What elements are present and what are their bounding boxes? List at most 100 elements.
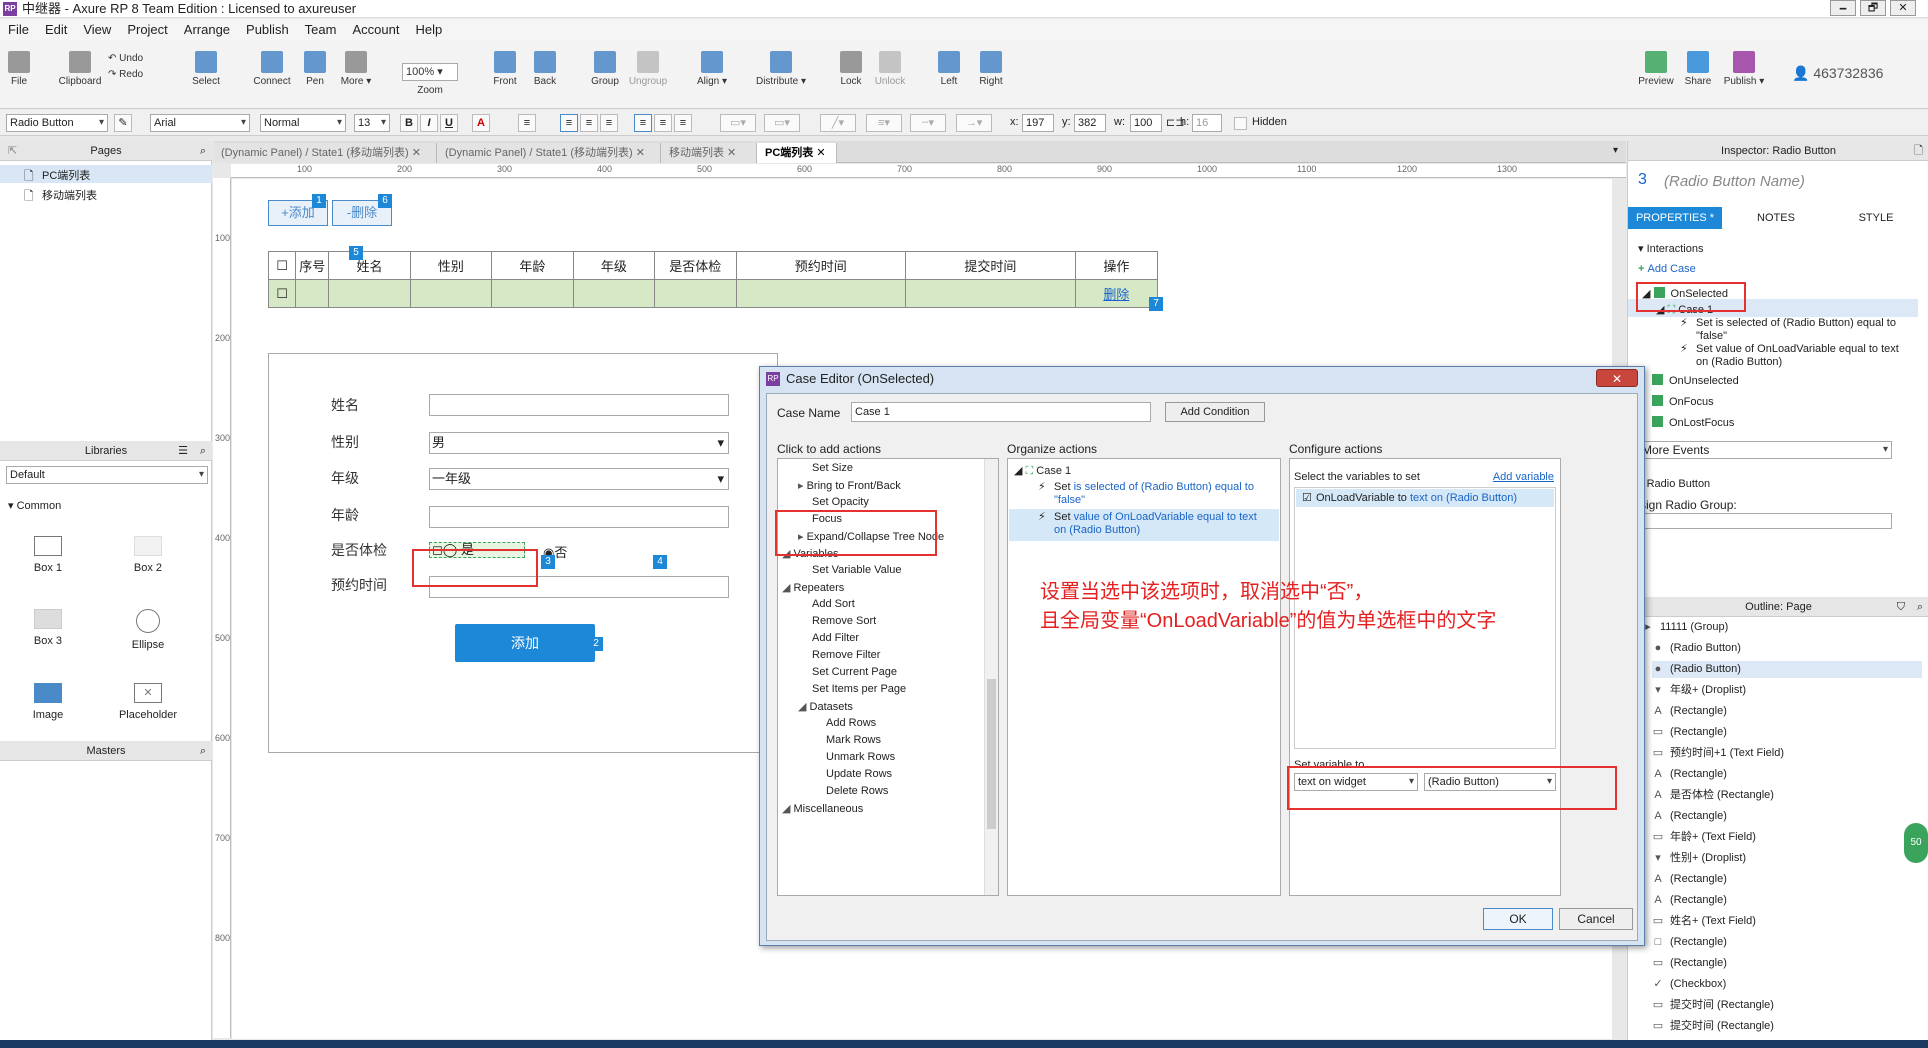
scroll-thumb[interactable] [987,679,996,829]
menu-arrange[interactable]: Arrange [184,19,230,41]
outline-item[interactable]: A (Rectangle) [1652,892,1922,909]
shadow-icon[interactable]: ▭▾ [764,114,800,132]
maximize-button[interactable]: 🗗 [1860,0,1886,16]
outline-item[interactable]: ▭ 年龄+ (Text Field) [1652,829,1922,846]
radio-group-field[interactable] [1634,513,1892,529]
outline-item[interactable]: A (Rectangle) [1652,766,1922,783]
menu-project[interactable]: Project [127,19,167,41]
group-button[interactable]: Group [588,51,622,87]
lib-box2[interactable]: Box 2 [108,536,188,574]
tab-style[interactable]: STYLE [1828,207,1924,229]
right-button[interactable]: Right [976,51,1006,87]
tree-toggle-icon[interactable]: ▸ [798,480,807,492]
share-button[interactable]: Share [1680,51,1716,87]
notes-icon[interactable]: 🗋 [1914,141,1923,161]
outline-item[interactable]: ▭ 提交时间 (Rectangle) [1652,997,1922,1014]
align-button[interactable]: Align ▾ [694,51,730,87]
widget-name-field[interactable]: (Radio Button Name) [1664,173,1805,190]
menu-publish[interactable]: Publish [246,19,289,41]
notification-badge[interactable]: 50 [1904,823,1928,863]
menu-account[interactable]: Account [352,19,399,41]
file-button[interactable]: File [6,51,32,87]
align-top-icon[interactable]: ≡ [634,114,652,132]
menu-icon[interactable]: ☰ [178,441,188,461]
close-button[interactable]: ✕ [1890,0,1916,16]
underline-button[interactable]: U [440,114,458,132]
font-color-icon[interactable]: A [472,114,490,132]
add-case-link[interactable]: + Add Case [1638,263,1696,275]
outline-item[interactable]: A (Rectangle) [1652,808,1922,825]
align-center-icon[interactable]: ≡ [580,114,598,132]
action-item[interactable]: Update Rows [826,768,892,780]
collapse-icon[interactable]: ⇱ [8,141,17,161]
tab-mobile-list[interactable]: 移动端列表 ✕ [661,143,757,163]
action-item[interactable]: ▸ Bring to Front/Back [798,479,901,492]
search-icon[interactable]: ⌕ [200,441,206,461]
library-select[interactable]: Default [6,466,208,484]
row-checkbox[interactable]: ☐ [267,279,297,308]
filter-icon[interactable]: ⛉ [1897,597,1905,617]
org-case-item[interactable]: ◢ ⛶ Case 1 [1014,464,1071,478]
lock-button[interactable]: Lock [836,51,866,87]
ok-button[interactable]: OK [1483,908,1553,930]
align-right-icon[interactable]: ≡ [600,114,618,132]
pen-button[interactable]: Pen [300,51,330,87]
outline-item[interactable]: A (Rectangle) [1652,871,1922,888]
tree-toggle-icon[interactable]: ◢ [782,582,794,594]
tab-notes[interactable]: NOTES [1728,207,1824,229]
tab-menu-icon[interactable]: ▾ [1613,145,1618,156]
action-item[interactable]: Delete Rows [826,785,888,797]
bullet-icon[interactable]: ≡ [518,114,536,132]
outline-item[interactable]: ✓ (Checkbox) [1652,976,1922,993]
outline-item[interactable]: A (Rectangle) [1652,703,1922,720]
distribute-button[interactable]: Distribute ▾ [754,51,808,87]
action-item[interactable]: Set Opacity [812,496,869,508]
style-icon[interactable]: ✎ [114,114,132,132]
action-item[interactable]: Add Rows [826,717,876,729]
outline-item[interactable]: A 是否体检 (Rectangle) [1652,787,1922,804]
action-item[interactable]: Unmark Rows [826,751,895,763]
outline-item[interactable]: ● (Radio Button) [1652,661,1922,678]
menu-edit[interactable]: Edit [45,19,67,41]
user-account[interactable]: 👤 463732836 [1792,65,1912,82]
bold-button[interactable]: B [400,114,418,132]
search-icon[interactable]: ⌕ [200,741,206,761]
action-item[interactable]: ◢ Datasets [798,700,853,713]
align-bottom-icon[interactable]: ≡ [674,114,692,132]
menu-help[interactable]: Help [415,19,442,41]
front-button[interactable]: Front [490,51,520,87]
add-condition-button[interactable]: Add Condition [1165,402,1265,422]
more-button[interactable]: More ▾ [338,51,374,87]
select-button[interactable]: Select [184,51,228,87]
action-item[interactable]: ◢ Repeaters [782,581,844,594]
lib-box1[interactable]: Box 1 [8,536,88,574]
unlock-button[interactable]: Unlock [872,51,908,87]
common-group[interactable]: ▾ Common [8,499,61,512]
action-item[interactable]: Remove Sort [812,615,876,627]
align-middle-icon[interactable]: ≡ [654,114,672,132]
preview-button[interactable]: Preview [1636,51,1676,87]
fill-color-icon[interactable]: ▭▾ [720,114,756,132]
event-onlostfocus[interactable]: OnLostFocus [1652,416,1734,429]
lib-ellipse[interactable]: Ellipse [108,609,188,651]
action-item[interactable]: Set Variable Value [812,564,901,576]
outline-item[interactable]: ▾ 性别+ (Droplist) [1652,850,1922,867]
x-field[interactable]: 197 [1022,114,1054,132]
tab-dynamic-panel-2[interactable]: (Dynamic Panel) / State1 (移动端列表) ✕ [437,143,661,163]
page-item-pc[interactable]: 🗋 PC端列表 [0,165,212,183]
add-variable-link[interactable]: Add variable [1493,471,1554,483]
action-item[interactable]: Set Items per Page [812,683,906,695]
redo-button[interactable]: ↷ Redo [108,69,158,80]
dialog-close-button[interactable]: ✕ [1596,369,1638,387]
align-left-icon[interactable]: ≡ [560,114,578,132]
action-item[interactable]: Remove Filter [812,649,880,661]
action-set-variable[interactable]: ⚡ Set value of OnLoadVariable equal to te… [1680,343,1910,369]
header-checkbox[interactable]: ☐ [267,251,297,280]
lib-box3[interactable]: Box 3 [8,609,88,647]
outline-item[interactable]: ▭ 提交时间 (Rectangle) [1652,1018,1922,1035]
action-item[interactable]: ◢ Miscellaneous [782,802,863,815]
outline-item[interactable]: ▸ 11111 (Group) [1642,619,1912,636]
lib-placeholder[interactable]: ✕ Placeholder [108,683,188,721]
search-icon[interactable]: ⌕ [1917,597,1923,617]
checkbox-checked-icon[interactable]: ☑ [1302,489,1312,507]
